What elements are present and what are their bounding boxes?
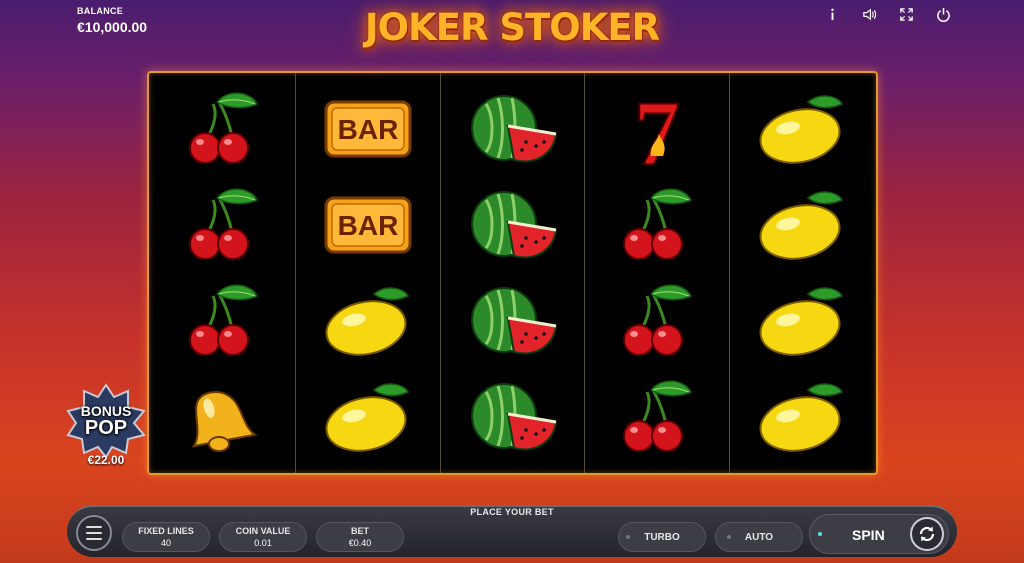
lemon-symbol [296, 369, 440, 465]
menu-button[interactable] [76, 515, 112, 551]
reel-1 [151, 73, 296, 473]
lemon-symbol [296, 273, 440, 369]
watermelon-symbol [441, 177, 585, 273]
lemon-symbol [730, 273, 874, 369]
reel-grid: BAR BAR 7 [147, 71, 878, 475]
spin-button[interactable]: SPIN [852, 527, 885, 543]
cherry-symbol [585, 177, 729, 273]
place-bet-message: PLACE YOUR BET [470, 507, 554, 517]
bar-symbol-text: BAR [337, 210, 398, 241]
lemon-symbol [730, 177, 874, 273]
fullscreen-icon[interactable] [897, 6, 915, 22]
coin-value-value: 0.01 [254, 538, 272, 548]
game-title-logo: JOKER STOKER [364, 6, 660, 49]
turbo-label: TURBO [644, 531, 680, 543]
cherry-symbol [585, 369, 729, 465]
auto-button[interactable]: AUTO [715, 522, 803, 552]
fixed-lines-label: FIXED LINES [138, 526, 194, 536]
spin-control[interactable]: SPIN [809, 514, 949, 554]
spin-circle-button[interactable] [910, 517, 944, 551]
balance-display: BALANCE €10,000.00 [77, 6, 147, 35]
bonus-pop-badge[interactable]: BONUS POP €22.00 [64, 383, 148, 469]
refresh-icon [919, 526, 935, 542]
reel-5 [730, 73, 874, 473]
auto-label: AUTO [744, 531, 774, 543]
coin-value-label: COIN VALUE [235, 526, 291, 536]
watermelon-symbol [441, 273, 585, 369]
balance-label: BALANCE [77, 6, 124, 16]
lemon-symbol [730, 81, 874, 177]
pop-word: POP [84, 417, 128, 439]
auto-indicator [726, 535, 731, 539]
seven-symbol: 7 [585, 81, 729, 177]
spin-indicator [818, 532, 822, 536]
seven-symbol-text: 7 [634, 86, 680, 172]
bonus-amount: €22.00 [87, 453, 125, 467]
cherry-symbol [585, 273, 729, 369]
bet-selector[interactable]: BET €0.40 [316, 522, 404, 552]
bar-symbol: BAR [296, 177, 440, 273]
reel-4: 7 [585, 73, 731, 473]
cherry-symbol [151, 273, 295, 369]
top-toolbar [823, 6, 952, 22]
menu-icon-line [86, 538, 102, 540]
info-icon[interactable] [823, 6, 841, 22]
bell-symbol [151, 369, 295, 465]
cherry-symbol [151, 177, 295, 273]
turbo-button[interactable]: TURBO [618, 522, 706, 552]
sound-icon[interactable] [860, 6, 878, 22]
bar-symbol-text: BAR [337, 114, 398, 145]
coin-value-selector[interactable]: COIN VALUE 0.01 [219, 522, 307, 552]
watermelon-symbol [441, 369, 585, 465]
reel-3 [441, 73, 586, 473]
turbo-indicator [626, 535, 631, 539]
watermelon-symbol [441, 81, 585, 177]
bet-value: €0.40 [348, 538, 372, 548]
power-icon[interactable] [934, 6, 952, 22]
cherry-symbol [151, 81, 295, 177]
balance-value: €10,000.00 [77, 19, 148, 35]
menu-icon-line [86, 526, 102, 528]
bar-symbol: BAR [296, 81, 440, 177]
reel-2: BAR BAR [296, 73, 441, 473]
fixed-lines-display: FIXED LINES 40 [122, 522, 210, 552]
bet-label: BET [351, 526, 369, 536]
menu-icon-line [86, 532, 102, 534]
lemon-symbol [730, 369, 874, 465]
fixed-lines-value: 40 [160, 538, 171, 548]
